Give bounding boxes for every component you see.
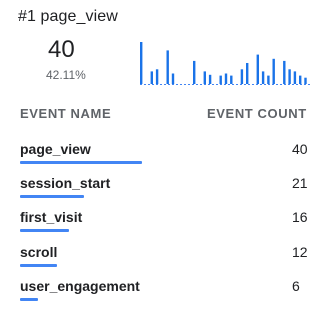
- sparkline-bar: [299, 75, 302, 84]
- top-event-value: 40: [48, 36, 75, 63]
- event-share-bar: [20, 298, 38, 301]
- sparkline-bar: [166, 50, 169, 84]
- sparkline-bar: [140, 42, 143, 84]
- sparkline-bar: [272, 58, 275, 84]
- event-share-bar: [20, 161, 142, 164]
- event-share-bar: [20, 264, 57, 267]
- sparkline-bar: [224, 73, 228, 84]
- sparkline-bar: [208, 74, 212, 84]
- top-event-percent: 42.11%: [46, 68, 86, 82]
- event-share-bar: [20, 195, 84, 198]
- event-share-bar: [20, 229, 69, 232]
- sparkline-bar: [261, 71, 265, 84]
- sparkline-bar: [246, 63, 249, 84]
- event-name[interactable]: page_view: [20, 141, 91, 157]
- sparkline-bar: [193, 60, 196, 84]
- column-header-event-count[interactable]: EVENT COUNT: [207, 106, 307, 121]
- event-count: 16: [292, 209, 308, 225]
- column-header-event-name[interactable]: EVENT NAME: [20, 106, 111, 121]
- sparkline-bar: [283, 60, 286, 84]
- sparkline-bar: [219, 75, 222, 84]
- table-row[interactable]: first_visit 16: [0, 209, 308, 243]
- event-count: 40: [292, 141, 308, 157]
- sparkline-bar: [267, 75, 270, 84]
- event-name[interactable]: session_start: [20, 175, 110, 191]
- sparkline-bar: [304, 77, 307, 84]
- sparkline-bar: [230, 75, 233, 84]
- event-sparkline: [140, 42, 310, 85]
- table-row[interactable]: page_view 40: [0, 141, 308, 175]
- sparkline-bar: [288, 69, 291, 84]
- sparkline-bar: [171, 73, 175, 84]
- event-name[interactable]: user_engagement: [20, 278, 140, 294]
- table-row[interactable]: session_start 21: [0, 175, 308, 209]
- event-count: 21: [292, 175, 308, 191]
- table-row[interactable]: scroll 12: [0, 244, 308, 278]
- top-event-title: #1 page_view: [18, 8, 118, 25]
- sparkline-bar: [203, 71, 206, 84]
- sparkline-bar: [150, 71, 153, 84]
- table-row[interactable]: user_engagement 6: [0, 278, 307, 312]
- event-count: 6: [292, 278, 300, 294]
- sparkline-bar: [293, 71, 297, 84]
- sparkline-bar: [240, 69, 244, 84]
- sparkline-bar: [155, 69, 159, 84]
- event-count: 12: [292, 244, 308, 260]
- sparkline-bar: [256, 54, 259, 84]
- event-name[interactable]: scroll: [20, 244, 57, 260]
- event-name[interactable]: first_visit: [20, 209, 82, 225]
